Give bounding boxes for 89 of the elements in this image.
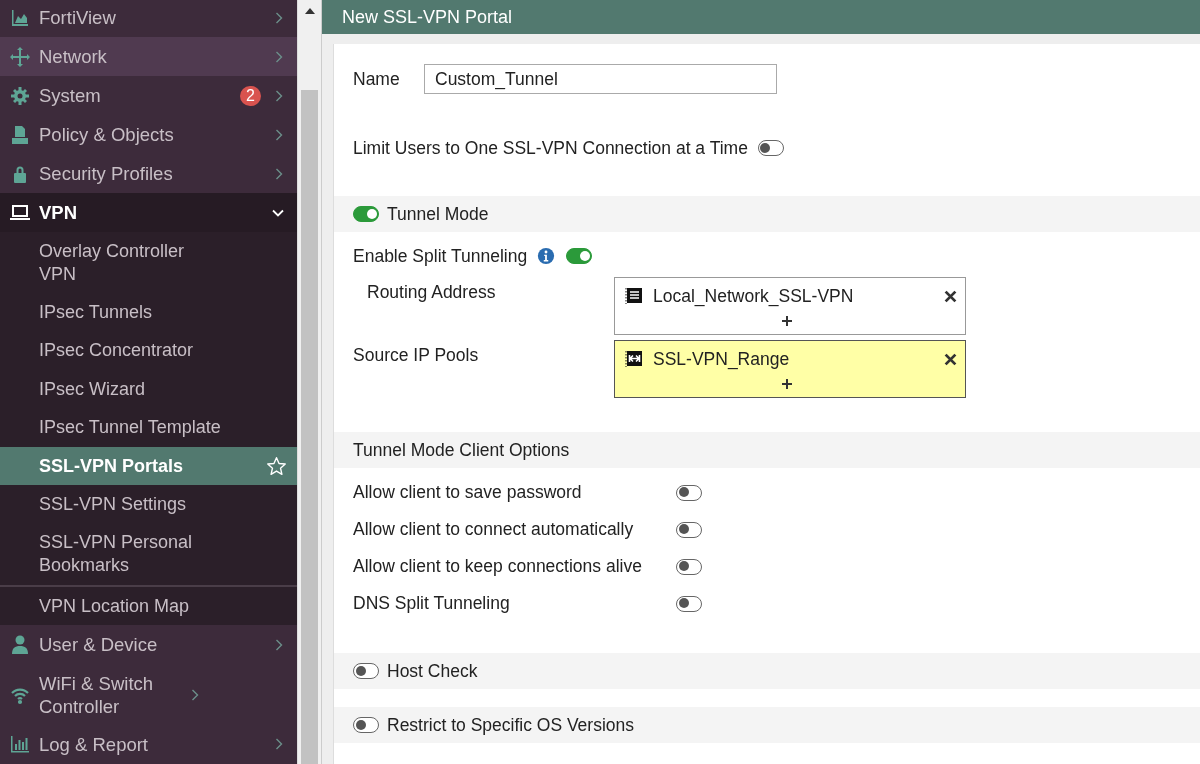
- info-icon[interactable]: [537, 247, 556, 265]
- chevron-right-icon: [273, 89, 285, 102]
- field-label: Enable Split Tunneling: [353, 245, 528, 267]
- name-field[interactable]: Custom_Tunnel: [424, 64, 777, 94]
- option-label: Allow client to save password: [353, 482, 583, 503]
- submenu-label: IPsec Tunnel Template: [39, 416, 222, 440]
- toggle-switch[interactable]: [566, 248, 593, 264]
- section-label: Host Check: [387, 660, 478, 682]
- sidebar-item[interactable]: FortiView: [0, 0, 297, 37]
- submenu-label: IPsec Concentrator: [39, 339, 195, 363]
- submenu-label: IPsec Wizard: [39, 377, 147, 401]
- submenu-item[interactable]: SSL-VPN Settings: [0, 485, 297, 524]
- menu-icon: [10, 734, 30, 755]
- section-label: Tunnel Mode Client Options: [353, 439, 570, 461]
- chevron-right-icon: [273, 638, 285, 651]
- address-list-field[interactable]: Local_Network_SSL-VPN: [614, 277, 966, 335]
- sidebar-item[interactable]: Log & Report: [0, 725, 297, 764]
- chevron-right-icon: [273, 167, 285, 180]
- scrollbar[interactable]: [297, 0, 321, 764]
- chevron-right-icon: [273, 50, 285, 63]
- submenu-item[interactable]: Overlay Controller VPN: [0, 232, 297, 293]
- section-label: Restrict to Specific OS Versions: [387, 714, 635, 736]
- field-label: Source IP Pools: [353, 344, 480, 366]
- submenu-item[interactable]: VPN Location Map: [0, 584, 297, 626]
- chevron-right-icon: [273, 738, 285, 751]
- submenu-label: IPsec Tunnels: [39, 300, 154, 324]
- sidebar-item[interactable]: Security Profiles: [0, 154, 297, 193]
- menu-label: Security Profiles: [39, 162, 174, 186]
- notification-badge: 2: [240, 85, 261, 106]
- sidebar-item[interactable]: System 2: [0, 76, 297, 115]
- sidebar-item[interactable]: Policy & Objects: [0, 115, 297, 154]
- option-label: DNS Split Tunneling: [353, 593, 511, 614]
- section-label: Tunnel Mode: [387, 203, 489, 225]
- address-entry: SSL-VPN_Range: [653, 348, 791, 370]
- remove-icon[interactable]: [944, 352, 957, 366]
- submenu-label: SSL-VPN Settings: [39, 493, 188, 517]
- sidebar-item[interactable]: User & Device: [0, 625, 297, 665]
- menu-icon: [10, 202, 30, 223]
- toggle-switch[interactable]: [353, 206, 379, 222]
- chevron-right-icon: [189, 688, 201, 701]
- submenu-item[interactable]: IPsec Concentrator: [0, 331, 297, 370]
- toggle-switch[interactable]: [676, 558, 702, 575]
- add-icon[interactable]: [782, 379, 792, 389]
- toggle-switch[interactable]: [757, 140, 784, 156]
- menu-icon: [10, 46, 30, 67]
- menu-label: FortiView: [39, 6, 117, 30]
- address-list-field[interactable]: SSL-VPN_Range: [614, 340, 966, 398]
- submenu-item[interactable]: SSL-VPN Personal Bookmarks: [0, 523, 297, 585]
- submenu-item[interactable]: IPsec Tunnels: [0, 293, 297, 332]
- sidebar-item[interactable]: VPN: [0, 193, 297, 232]
- option-label: Allow client to keep connections alive: [353, 556, 643, 577]
- field-label: Name: [353, 68, 401, 90]
- toggle-switch[interactable]: [353, 717, 379, 733]
- menu-label: Network: [39, 45, 108, 69]
- menu-icon: [10, 124, 30, 145]
- toggle-switch[interactable]: [353, 663, 379, 679]
- chevron-right-icon: [273, 11, 285, 24]
- submenu-label: SSL-VPN Portals: [39, 454, 185, 478]
- sidebar-item[interactable]: Network: [0, 37, 297, 76]
- field-label: Limit Users to One SSL-VPN Connection at a Time: [353, 137, 748, 159]
- star-icon[interactable]: [266, 455, 287, 477]
- chevron-right-icon: [273, 128, 285, 141]
- toggle-switch[interactable]: [676, 595, 702, 612]
- toggle-switch[interactable]: [676, 521, 702, 538]
- remove-icon[interactable]: [944, 289, 957, 303]
- submenu-item[interactable]: IPsec Tunnel Template: [0, 408, 297, 447]
- submenu-label: VPN Location Map: [39, 594, 191, 618]
- submenu-label: SSL-VPN Personal Bookmarks: [39, 531, 194, 578]
- menu-label: System: [39, 84, 102, 108]
- menu-label: Log & Report: [39, 733, 149, 757]
- menu-icon: [10, 85, 30, 106]
- submenu-item[interactable]: IPsec Wizard: [0, 369, 297, 409]
- sidebar-item[interactable]: WiFi & Switch Controller: [0, 664, 297, 725]
- menu-icon: [10, 634, 30, 655]
- menu-icon: [10, 7, 30, 28]
- menu-label: WiFi & Switch Controller: [39, 671, 155, 719]
- submenu-label: Overlay Controller VPN: [39, 239, 186, 286]
- option-label: Allow client to connect automatically: [353, 519, 635, 540]
- menu-label: User & Device: [39, 633, 159, 658]
- menu-label: VPN: [39, 201, 79, 225]
- add-icon[interactable]: [782, 316, 792, 326]
- scroll-up-icon[interactable]: [304, 8, 315, 14]
- field-label: Routing Address: [366, 281, 497, 303]
- scrollbar-thumb[interactable]: [301, 90, 318, 764]
- menu-label: Policy & Objects: [39, 123, 175, 147]
- address-entry: Local_Network_SSL-VPN: [653, 285, 855, 307]
- toggle-switch[interactable]: [676, 484, 702, 501]
- submenu-item[interactable]: SSL-VPN Portals: [0, 446, 297, 486]
- panel-title: New SSL-VPN Portal: [342, 6, 513, 28]
